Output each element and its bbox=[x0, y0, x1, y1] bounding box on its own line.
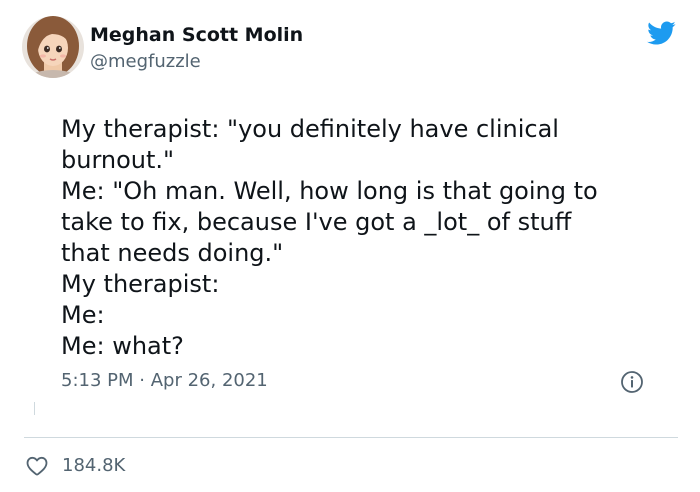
tweet-date: Apr 26, 2021 bbox=[150, 370, 268, 391]
tweet-timestamp[interactable]: 5:13 PM · Apr 26, 2021 bbox=[61, 369, 268, 393]
avatar[interactable] bbox=[22, 16, 84, 78]
tweet-line: My therapist: "you definitely have clini… bbox=[61, 115, 559, 143]
divider-tick bbox=[34, 402, 35, 415]
tweet-time: 5:13 PM bbox=[61, 370, 134, 391]
tweet-line: My therapist: bbox=[61, 270, 220, 298]
tweet-line: burnout." bbox=[61, 146, 175, 174]
tweet-text: My therapist: "you definitely have clini… bbox=[61, 114, 661, 362]
tweet-card: Meghan Scott Molin @megfuzzle My therapi… bbox=[0, 0, 700, 492]
like-count: 184.8K bbox=[62, 455, 126, 476]
tweet-line: Me: what? bbox=[61, 332, 184, 360]
tweet-line: Me: "Oh man. Well, how long is that goin… bbox=[61, 177, 598, 205]
divider bbox=[24, 437, 678, 438]
heart-icon[interactable] bbox=[24, 454, 50, 478]
display-name[interactable]: Meghan Scott Molin bbox=[90, 22, 303, 48]
user-handle[interactable]: @megfuzzle bbox=[90, 50, 201, 74]
twitter-bird-icon bbox=[644, 18, 678, 48]
tweet-line: Me: bbox=[61, 301, 105, 329]
info-icon[interactable] bbox=[620, 370, 644, 394]
like-button[interactable]: 184.8K bbox=[24, 452, 125, 480]
tweet-line: that needs doing." bbox=[61, 239, 284, 267]
meta-separator: · bbox=[139, 370, 145, 391]
tweet-line: take to fix, because I've got a _lot_ of… bbox=[61, 208, 572, 236]
